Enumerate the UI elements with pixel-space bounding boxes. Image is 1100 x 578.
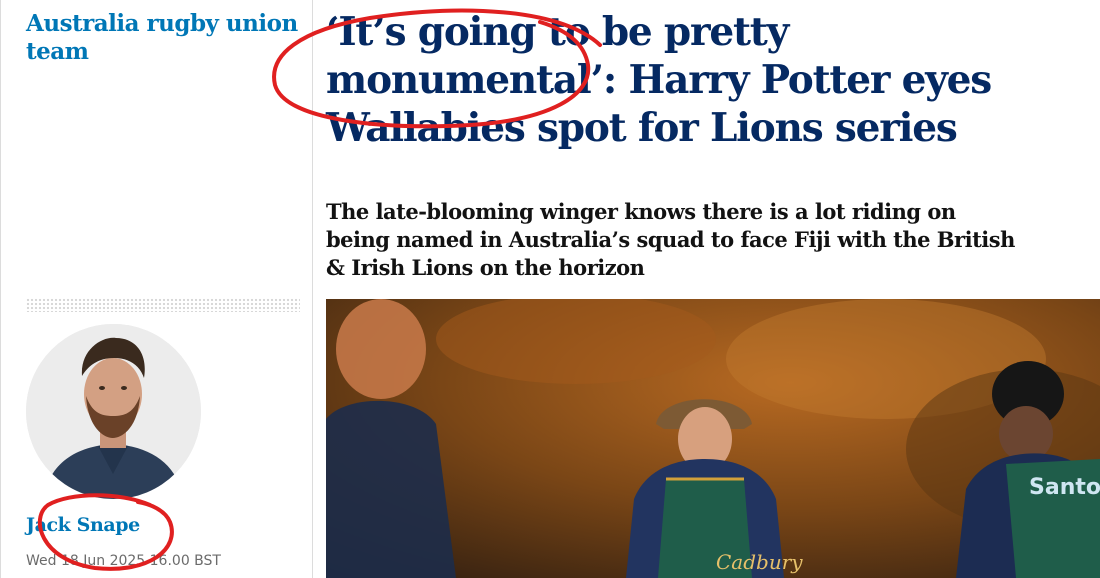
author-name-link[interactable]: Jack Snape [26, 514, 140, 536]
author-avatar[interactable] [26, 324, 201, 499]
dotted-separator [26, 298, 300, 312]
article-standfirst: The late-blooming winger knows there is … [326, 199, 1015, 280]
column-divider [312, 0, 313, 578]
section-link[interactable]: Australia rugby union team [26, 10, 306, 66]
left-border [0, 0, 1, 578]
rugby-training-photo: Cadbury Santo [326, 299, 1100, 578]
photo-bib-text: Santo [1029, 475, 1100, 500]
article-headline: ‘It’s going to be pretty monumental’: Ha… [326, 9, 992, 151]
publish-date: Wed 18 Jun 2025 16.00 BST [26, 553, 221, 569]
photo-chest-text: Cadbury [716, 550, 803, 574]
